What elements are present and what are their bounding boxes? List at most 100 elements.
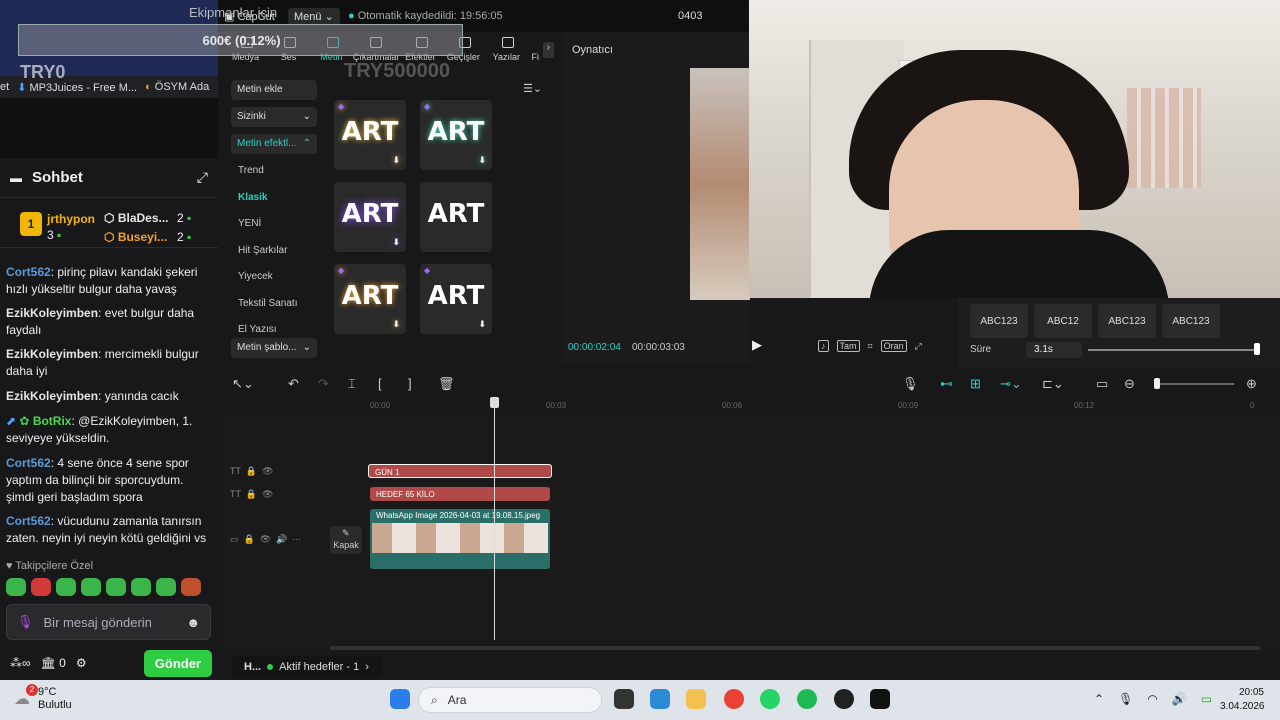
text-clip[interactable]: GÜN 1 <box>368 464 552 478</box>
chat-message-input[interactable]: 🎙 Bir mesaj gönderin ☻ <box>6 604 211 640</box>
caption-style-tile[interactable]: ABC123 <box>1098 304 1156 338</box>
start-menu-icon[interactable] <box>390 689 410 709</box>
caption-style-tile[interactable]: ABC123 <box>1162 304 1220 338</box>
zoom-slider-knob[interactable] <box>1154 378 1160 389</box>
points-counter[interactable]: 🏛 0 <box>41 656 66 670</box>
text-effect-tile[interactable]: ◆ ART ⬇ <box>420 100 492 170</box>
delete-icon[interactable]: 🗑 <box>438 376 455 392</box>
caption-style-tile[interactable]: ABC12 <box>1034 304 1092 338</box>
screen-icon[interactable]: ▭ <box>1096 376 1108 392</box>
category-new[interactable]: YENİ <box>238 218 261 229</box>
bookmark-item[interactable]: ◐ ÖSYM Ada <box>145 81 209 93</box>
text-templates-dropdown[interactable]: Metin şablo... ⌄ <box>231 338 317 358</box>
send-button[interactable]: Gönder <box>143 649 212 677</box>
file-explorer-icon[interactable] <box>686 689 706 709</box>
filter-icon[interactable]: ☰⌄ <box>523 82 542 95</box>
emote[interactable] <box>81 578 101 596</box>
caption-style-tile[interactable]: ABC123 <box>970 304 1028 338</box>
playhead-handle[interactable] <box>490 397 499 408</box>
capcut-taskbar-icon[interactable] <box>870 689 890 709</box>
leader-name[interactable]: ⬡ BlaDes... <box>104 211 169 225</box>
category-hit-songs[interactable]: Hit Şarkılar <box>238 245 287 256</box>
ratio-button[interactable]: Oran <box>880 340 907 352</box>
redo-icon[interactable]: ↷ <box>318 376 329 392</box>
whatsapp-icon[interactable] <box>760 689 780 709</box>
fullscreen-icon[interactable]: ⤢ <box>915 341 922 352</box>
timeline-scrollbar[interactable] <box>330 646 1260 650</box>
settings-gear-icon[interactable]: ⚙ <box>76 656 87 670</box>
duration-slider-knob[interactable] <box>1254 343 1260 355</box>
taskbar-search[interactable]: ⌕ Ara <box>418 687 602 713</box>
microphone-icon[interactable]: 🎙 <box>17 614 34 630</box>
sizinki-dropdown[interactable]: Sizinki ⌄ <box>231 107 317 127</box>
crop-icon[interactable]: ⌗ <box>868 341 873 352</box>
play-icon[interactable]: ▶ <box>752 337 762 353</box>
menu-button[interactable]: Menü ⌄ <box>288 8 340 25</box>
text-effect-tile[interactable]: ART ⬇ <box>334 182 406 252</box>
emote[interactable] <box>31 578 51 596</box>
player-preview[interactable] <box>690 68 750 300</box>
emote[interactable] <box>106 578 126 596</box>
emote[interactable] <box>56 578 76 596</box>
leader-name[interactable]: ⬡ Buseyi... <box>104 230 167 244</box>
track-controls[interactable]: TT 🔒 👁 <box>230 489 273 500</box>
volume-icon[interactable]: 🔊 <box>1172 692 1187 706</box>
taskbar-clock[interactable]: 20:05 3.04.2026 <box>1220 686 1265 714</box>
tab-captions[interactable]: Yazılar <box>485 34 528 66</box>
text-clip[interactable]: HEDEF 65 KİLO <box>370 487 550 501</box>
bookmark-item[interactable]: et <box>0 81 9 93</box>
video-clip[interactable]: WhatsApp Image 2026-04-03 at 19.08.15.jp… <box>370 509 550 569</box>
leader-name[interactable]: jrthypon <box>47 212 95 226</box>
popout-icon[interactable]: ⤢ <box>197 169 208 186</box>
emote[interactable] <box>6 578 26 596</box>
chevron-up-icon[interactable]: ⌃ <box>1094 692 1104 706</box>
category-classic[interactable]: Klasik <box>238 192 267 203</box>
trim-right-icon[interactable]: ] <box>408 376 412 391</box>
microphone-icon[interactable]: 🎙 <box>902 376 919 392</box>
wifi-icon[interactable]: ◠ <box>1147 692 1157 706</box>
loyalty-icon[interactable]: ⁂∞ <box>10 656 31 670</box>
add-text-button[interactable]: Metin ekle <box>231 80 317 100</box>
zoom-slider[interactable] <box>1154 383 1234 385</box>
text-effect-tile[interactable]: ◆ ART ⬇ <box>420 264 492 334</box>
category-food[interactable]: Yiyecek <box>238 271 273 282</box>
microphone-icon[interactable]: 🎙 <box>1118 692 1133 706</box>
zoom-in-icon[interactable]: ⊕ <box>1246 376 1257 392</box>
preview-axis-icon[interactable]: ⊏⌄ <box>1042 376 1064 392</box>
track-controls[interactable]: TT 🔒 👁 <box>230 466 273 477</box>
battery-icon[interactable]: ▭ <box>1201 692 1212 706</box>
select-tool-icon[interactable]: ↖⌄ <box>232 376 254 392</box>
chevron-right-icon[interactable]: › <box>365 661 369 673</box>
category-textile-art[interactable]: Tekstil Sanatı <box>238 298 297 309</box>
split-icon[interactable]: ⌶ <box>348 376 356 392</box>
emote[interactable] <box>131 578 151 596</box>
task-view-icon[interactable] <box>614 689 634 709</box>
category-trend[interactable]: Trend <box>238 165 264 176</box>
weather-widget[interactable]: ☁ 2 9°C Bulutlu <box>14 684 72 712</box>
duration-slider[interactable] <box>1088 349 1258 351</box>
spotify-icon[interactable] <box>797 689 817 709</box>
obs-icon[interactable] <box>834 689 854 709</box>
snap-icon[interactable]: ⊞ <box>970 376 981 392</box>
tiktok-icon[interactable]: ♪ <box>818 340 829 352</box>
zoom-out-icon[interactable]: ⊖ <box>1124 376 1135 392</box>
full-quality-button[interactable]: Tam <box>836 340 860 352</box>
tabs-next-chevron-icon[interactable]: › <box>542 42 554 58</box>
emoji-icon[interactable]: ☻ <box>186 615 200 630</box>
chrome-icon[interactable] <box>724 689 744 709</box>
playhead[interactable] <box>494 398 495 640</box>
magnet-icon[interactable]: ⊸⌄ <box>1000 376 1022 392</box>
cover-button[interactable]: ✎ Kapak <box>330 526 362 554</box>
text-effects-dropdown[interactable]: Metin efektl... ⌃ <box>231 134 317 154</box>
trim-left-icon[interactable]: [ <box>378 376 382 391</box>
track-controls[interactable]: ▭ 🔒 👁 🔊 ⋯ <box>230 534 301 545</box>
emote[interactable] <box>156 578 176 596</box>
category-handwriting[interactable]: El Yazısı <box>238 324 277 335</box>
tab-filters[interactable]: Fi <box>528 34 543 66</box>
text-effect-tile[interactable]: ◆ ART ⬇ <box>334 100 406 170</box>
undo-icon[interactable]: ↶ <box>288 376 299 392</box>
duration-input[interactable]: 3.1s <box>1026 342 1082 358</box>
link-icon[interactable]: ⊷ <box>940 376 953 392</box>
emote[interactable] <box>181 578 201 596</box>
text-effect-tile[interactable]: ART <box>420 182 492 252</box>
